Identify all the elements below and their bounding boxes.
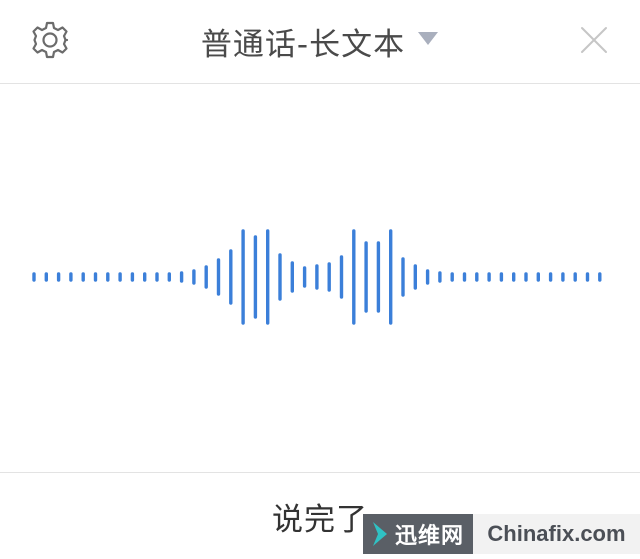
close-button[interactable] [572, 18, 616, 62]
watermark: 迅维网 Chinafix.com [363, 514, 640, 554]
watermark-cn-text: 迅维网 [395, 524, 465, 549]
watermark-en-text: Chinafix.com [487, 521, 626, 546]
close-icon [581, 27, 607, 53]
mode-selector[interactable]: 普通话-长文本 [0, 18, 640, 64]
voice-waveform [0, 85, 640, 472]
watermark-cn: 迅维网 [363, 514, 473, 554]
chevron-right-icon [373, 522, 387, 546]
caret-down-icon [417, 30, 439, 46]
watermark-en: Chinafix.com [473, 514, 640, 554]
header: 普通话-长文本 [0, 0, 640, 84]
page-title: 普通话-长文本 [200, 26, 406, 63]
